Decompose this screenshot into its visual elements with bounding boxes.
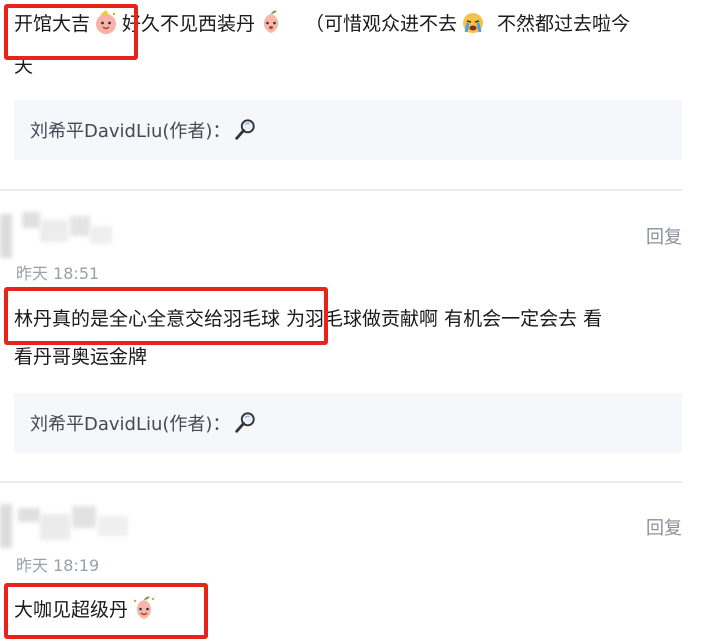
peach-party-icon — [133, 596, 155, 619]
comment-2-time: 昨天 18:51 — [16, 264, 100, 283]
comment-3-text: 大咖见超级丹 — [14, 599, 129, 621]
magnifier-icon — [235, 119, 256, 140]
comment-3-time: 昨天 18:19 — [16, 556, 100, 575]
magnifier-icon — [235, 412, 256, 433]
comment-3-line1: 大咖见超级丹 — [14, 594, 160, 626]
reply-sep-2: ： — [212, 414, 231, 435]
reply-sep-1: ： — [212, 121, 231, 142]
reply-button-3[interactable]: 回复 — [646, 514, 682, 540]
divider-2 — [0, 481, 682, 483]
author-reply-box-2: 刘希平DavidLiu(作者)： — [14, 393, 682, 453]
party-face-icon — [96, 10, 117, 34]
author-reply-2: 刘希平DavidLiu(作者)： — [30, 410, 260, 436]
peach-face-icon — [263, 10, 279, 33]
comment-1-text-a: 开馆大吉 — [14, 13, 91, 35]
comment-1-line2: 天 — [14, 55, 34, 77]
comment-1-text-c: （可惜观众进不去 — [305, 13, 458, 35]
reply-button-2[interactable]: 回复 — [646, 223, 682, 249]
avatar-3 — [0, 500, 130, 550]
reply-author-1[interactable]: 刘希平DavidLiu(作者) — [30, 121, 212, 142]
comment-1-text-d: 不然都过去啦今 — [497, 13, 631, 35]
author-reply-box-1: 刘希平DavidLiu(作者)： — [14, 100, 682, 160]
comment-2-line2: 看丹哥奥运金牌 — [14, 346, 148, 368]
comment-2-line1: 林丹真的是全心全意交给羽毛球 为羽毛球做贡献啊 有机会一定会去 看 — [14, 308, 603, 330]
divider-1 — [0, 189, 682, 191]
crying-face-icon — [463, 13, 484, 33]
author-reply-1: 刘希平DavidLiu(作者)： — [30, 117, 260, 143]
comment-1-text-b: 好久不见西装丹 — [122, 13, 256, 35]
avatar-2 — [0, 208, 115, 258]
reply-author-2[interactable]: 刘希平DavidLiu(作者) — [30, 414, 212, 435]
comment-1-line1: 开馆大吉 好久不见西装丹 （可惜观众进不去 不然都过去啦今 — [14, 8, 630, 40]
